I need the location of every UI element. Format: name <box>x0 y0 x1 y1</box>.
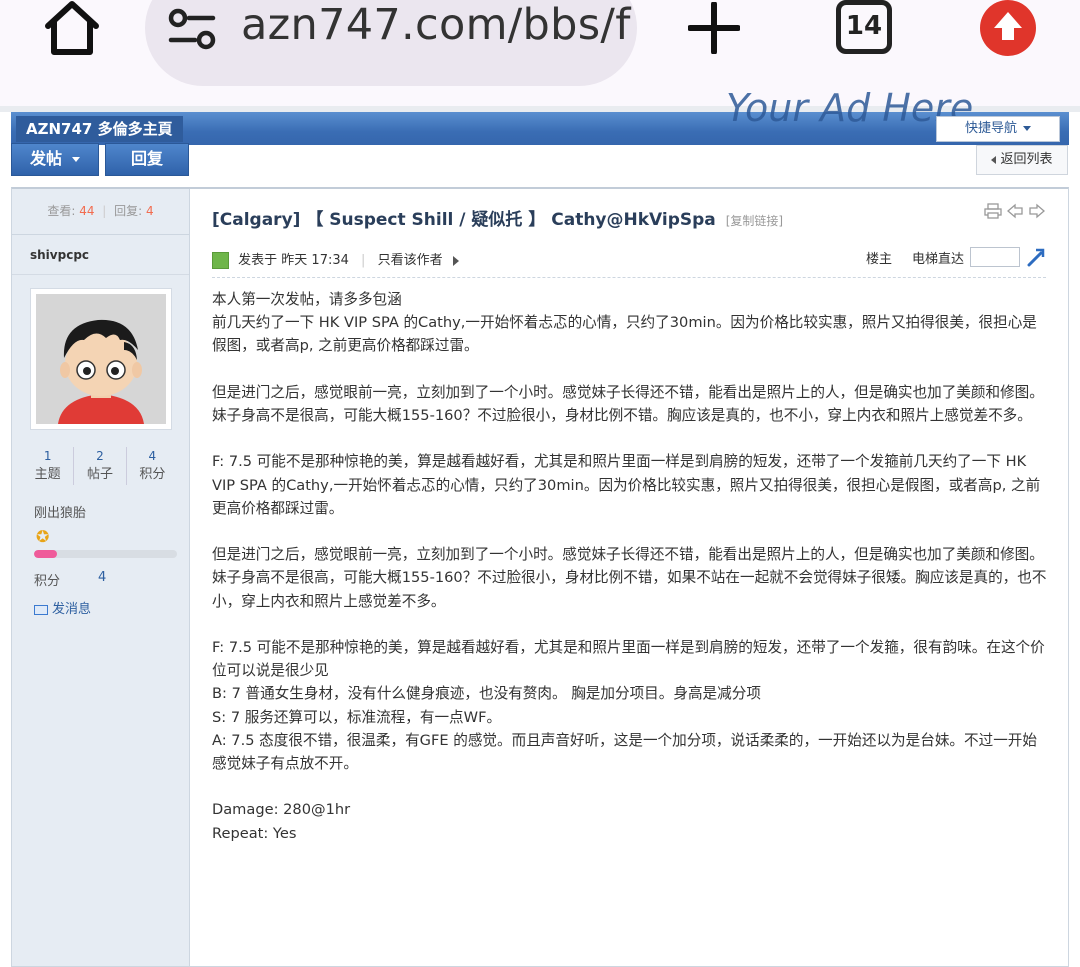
post-paragraph: Damage: 280@1hr <box>212 801 351 819</box>
new-post-button[interactable]: 发帖 <box>11 143 99 176</box>
copy-link-button[interactable]: [复制链接] <box>726 214 783 228</box>
post-content: [Calgary] 【 Suspect Shill / 疑似托 】 Cathy@… <box>190 189 1068 966</box>
arrow-up-icon <box>994 12 1022 40</box>
author-stats: 1 主题 2 帖子 4 积分 <box>22 447 178 485</box>
post-paragraph: 前几天约了一下 HK VIP SPA 的Cathy,一开始怀着忐忑的心情，只约了… <box>212 314 1037 355</box>
thread-stats: 查看: 44 | 回复: 4 <box>12 189 189 235</box>
author-stat-posts[interactable]: 2 帖子 <box>74 447 127 485</box>
chevron-down-icon <box>72 157 81 162</box>
chevron-right-icon <box>452 255 459 266</box>
post-paragraph: S: 7 服务还算可以，标准流程，有一点WF。 <box>212 708 502 726</box>
post-paragraph: Repeat: Yes <box>212 824 297 842</box>
quick-nav-label: 快捷导航 <box>964 121 1017 136</box>
online-status-icon <box>212 252 229 269</box>
chevron-left-icon <box>991 155 997 164</box>
replies-count: 4 <box>146 204 154 218</box>
reply-button[interactable]: 回复 <box>105 143 189 176</box>
quick-nav-dropdown[interactable]: 快捷导航 <box>936 116 1060 142</box>
post-container: 查看: 44 | 回复: 4 shivpcpc 1 主题 2 帖子 4 积分 刚… <box>11 187 1069 967</box>
post-meta: 发表于 昨天 17:34 | 只看该作者 <box>212 249 459 269</box>
post-paragraph: 妹子身高不是很高，可能大概155-160？不过脸很小，身材比例不错，如果不站在一… <box>212 569 1047 610</box>
home-icon[interactable] <box>40 0 104 58</box>
previous-thread-icon[interactable] <box>1006 203 1024 219</box>
author-username[interactable]: shivpcpc <box>12 235 189 275</box>
replies-label: 回复: <box>114 204 143 218</box>
avatar-image <box>36 294 166 424</box>
tab-switcher-button[interactable]: 14 <box>836 0 892 54</box>
new-tab-icon[interactable] <box>688 2 740 54</box>
stat-label: 主题 <box>34 467 61 482</box>
post-paragraph: 妹子身高不是很高，可能大概155-160？不过脸很小，身材比例不错。胸应该是真的… <box>212 407 1032 424</box>
views-count: 44 <box>79 204 95 218</box>
envelope-icon <box>34 604 48 615</box>
author-sidebar: 查看: 44 | 回复: 4 shivpcpc 1 主题 2 帖子 4 积分 刚… <box>12 189 190 966</box>
post-paragraph: 但是进门之后，感觉眼前一亮，立刻加到了一个小时。感觉妹子长得还不错，能看出是照片… <box>212 546 1044 564</box>
author-stat-threads[interactable]: 1 主题 <box>22 447 75 485</box>
stat-value: 1 <box>43 449 52 463</box>
user-rank[interactable]: 刚出狼胎 <box>34 502 86 521</box>
address-bar[interactable]: azn747.com/bbs/f <box>145 0 637 86</box>
post-body: 本人第一次发帖，请多多包涵前几天约了一下 HK VIP SPA 的Cathy,一… <box>212 288 1048 845</box>
back-to-list-button[interactable]: 返回列表 <box>976 145 1068 175</box>
stat-label: 积分 <box>139 467 166 482</box>
post-paragraph: 但是进门之后，感觉眼前一亮，立刻加到了一个小时。感觉妹子长得还不错，能看出是照片… <box>212 383 1044 401</box>
stat-label: 帖子 <box>86 467 113 482</box>
floor-number-input[interactable] <box>970 247 1020 267</box>
back-to-list-label: 返回列表 <box>1000 152 1053 167</box>
post-paragraph: F: 7.5 可能不是那种惊艳的美，算是越看越好看，尤其是和照片里面一样是到肩膀… <box>212 638 1045 680</box>
thread-title: [Calgary] 【 Suspect Shill / 疑似托 】 Cathy@… <box>212 205 783 230</box>
jump-to-floor-label: 电梯直达 <box>911 251 964 267</box>
thread-tools <box>984 203 1046 219</box>
meta-separator: | <box>361 253 366 268</box>
post-paragraph: A: 7.5 态度很不错，很温柔，有GFE 的感觉。而且声音好听，这是一个加分项… <box>212 731 1037 772</box>
rank-progress-bar <box>34 550 177 558</box>
send-message-label: 发消息 <box>52 602 92 617</box>
url-text[interactable]: azn747.com/bbs/f <box>241 0 631 50</box>
post-paragraph: B: 7 普通女生身材，没有什么健身痕迹，也没有赘肉。 胸是加分项目。身高是减分… <box>212 685 761 703</box>
post-divider <box>212 277 1046 278</box>
floor-label[interactable]: 楼主 <box>866 248 892 267</box>
upload-button[interactable] <box>980 0 1036 56</box>
rank-star-icon: ✪ <box>36 527 50 546</box>
floor-tools: 楼主 电梯直达 <box>866 247 1046 267</box>
site-settings-icon[interactable] <box>167 8 217 52</box>
stat-value: 4 <box>148 449 157 463</box>
next-thread-icon[interactable] <box>1028 203 1046 219</box>
default-avatar-icon <box>36 294 166 424</box>
post-paragraph: 本人第一次发帖，请多多包涵 <box>212 291 402 308</box>
stats-separator: | <box>102 204 107 218</box>
send-message-link[interactable]: 发消息 <box>34 598 91 617</box>
post-paragraph: F: 7.5 可能不是那种惊艳的美，算是越看越好看，尤其是和照片里面一样是到肩膀… <box>212 453 1041 517</box>
rank-progress-fill <box>34 550 57 558</box>
points-label: 积分 <box>34 574 61 589</box>
go-arrow-icon[interactable] <box>1026 247 1046 267</box>
site-title-link[interactable]: AZN747 多倫多主頁 <box>16 116 183 142</box>
posted-time: 昨天 17:34 <box>281 253 349 268</box>
thread-title-text: [Calgary] 【 Suspect Shill / 疑似托 】 Cathy@… <box>212 210 716 230</box>
author-stat-points[interactable]: 4 积分 <box>127 447 178 485</box>
avatar[interactable] <box>30 288 172 430</box>
only-author-link[interactable]: 只看该作者 <box>378 253 443 268</box>
print-icon[interactable] <box>984 203 1002 219</box>
posted-prefix: 发表于 <box>238 253 278 268</box>
chevron-down-icon <box>1023 126 1031 131</box>
new-post-label: 发帖 <box>30 149 63 168</box>
views-label: 查看: <box>47 204 76 218</box>
stat-value: 2 <box>96 449 104 463</box>
points-value: 4 <box>98 570 107 585</box>
